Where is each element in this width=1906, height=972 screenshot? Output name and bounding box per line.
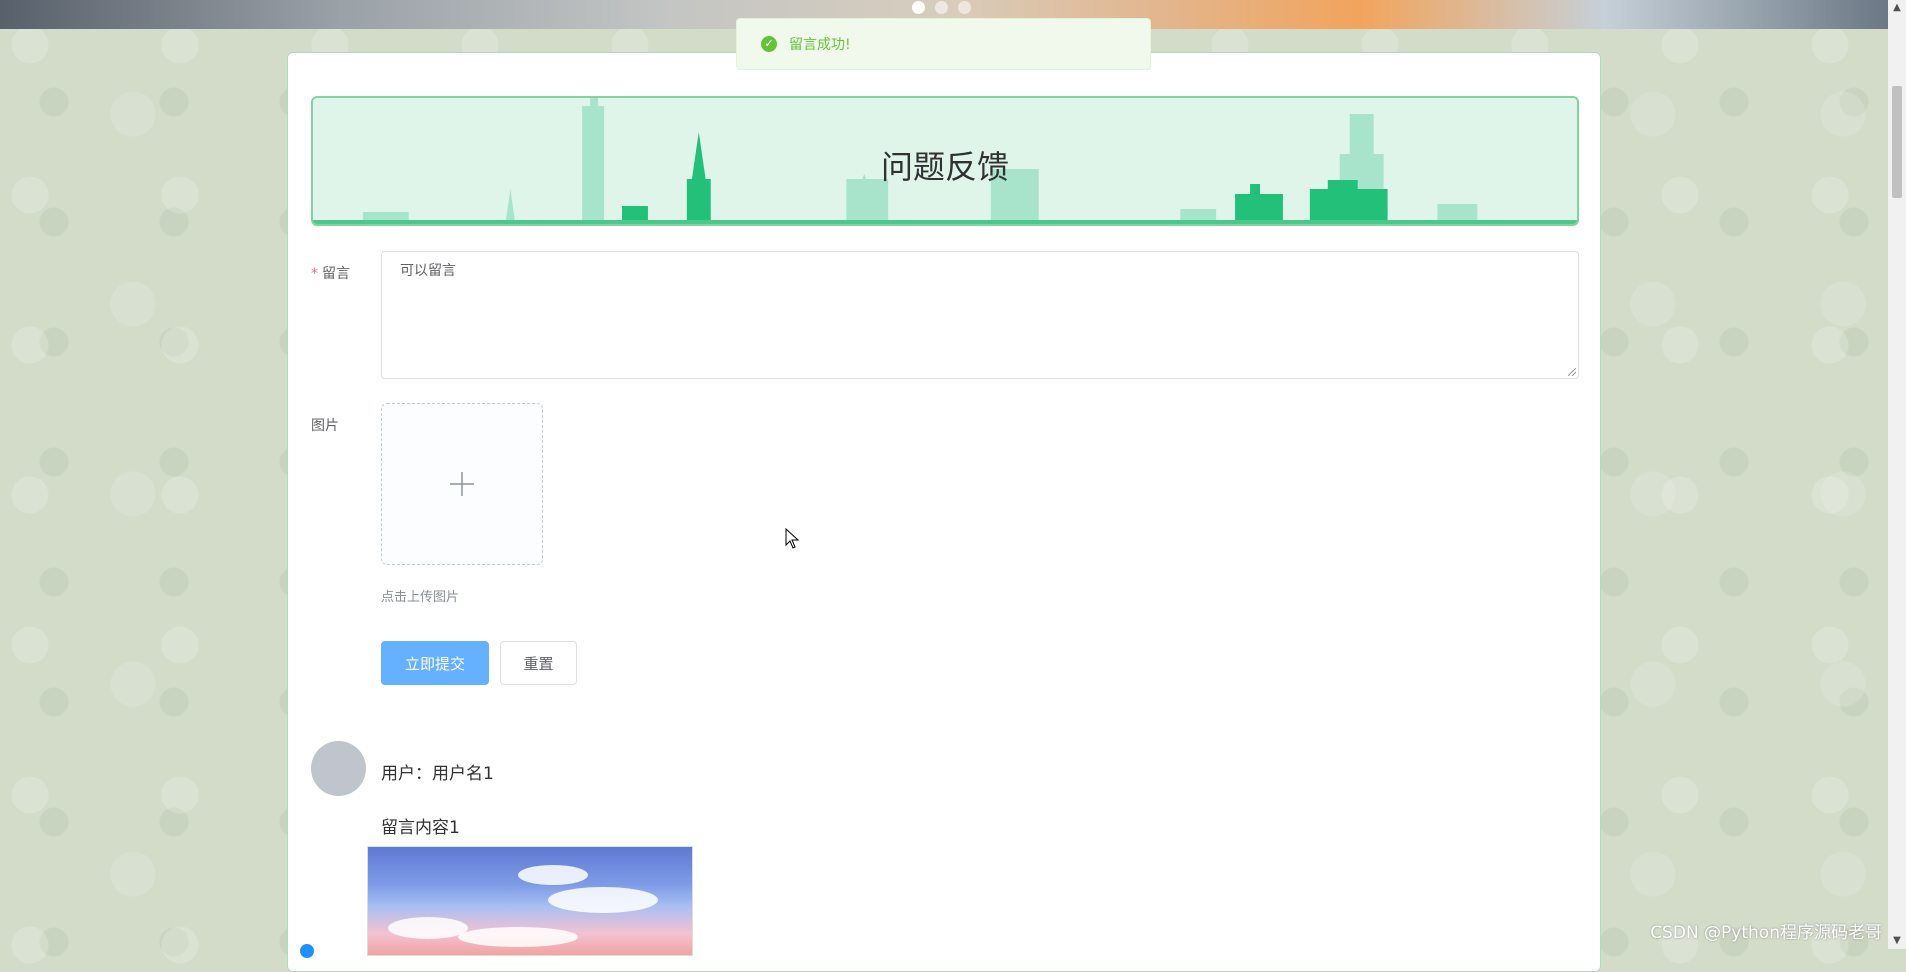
page-scrollbar[interactable]: ▲ ▼ [1888,0,1906,949]
check-circle-icon: ✓ [761,36,777,52]
reset-button[interactable]: 重置 [500,641,577,685]
page-title: 问题反馈 [880,148,1009,186]
message-label-text: 留言 [322,266,350,282]
message-textarea[interactable]: 可以留言 [381,251,1579,379]
toast-message: 留言成功! [789,37,851,53]
feedback-card: 问题反馈 * 留言 可以留言 图片 点击上传图片 立即提交 重置 用户：用户名1 … [287,52,1601,972]
message-label: * 留言 [311,263,350,283]
mouse-cursor-icon [785,528,800,549]
comment-content: 留言内容1 [381,818,460,838]
resize-handle-icon[interactable] [1568,368,1576,376]
success-toast: ✓ 留言成功! [736,18,1151,70]
comment-image [367,846,693,956]
carousel-indicators [912,1,971,14]
image-label: 图片 [311,418,339,434]
carousel-dot-1[interactable] [912,1,925,14]
comment-user-name: 用户：用户名1 [381,764,494,784]
plus-icon [450,472,474,496]
carousel-dot-3[interactable] [958,1,971,14]
submit-button[interactable]: 立即提交 [381,641,489,685]
avatar [311,741,366,796]
required-mark: * [311,266,318,282]
image-uploader[interactable] [381,403,543,565]
watermark: CSDN @Python程序源码老哥 [1650,923,1882,943]
message-textarea-value: 可以留言 [400,263,456,279]
scroll-thumb[interactable] [1892,86,1902,198]
upload-hint: 点击上传图片 [381,590,460,605]
floating-dot [298,942,316,960]
feedback-header-banner: 问题反馈 [311,96,1579,226]
scroll-up-icon[interactable]: ▲ [1888,0,1906,16]
scroll-down-icon[interactable]: ▼ [1888,933,1906,949]
carousel-dot-2[interactable] [935,1,948,14]
